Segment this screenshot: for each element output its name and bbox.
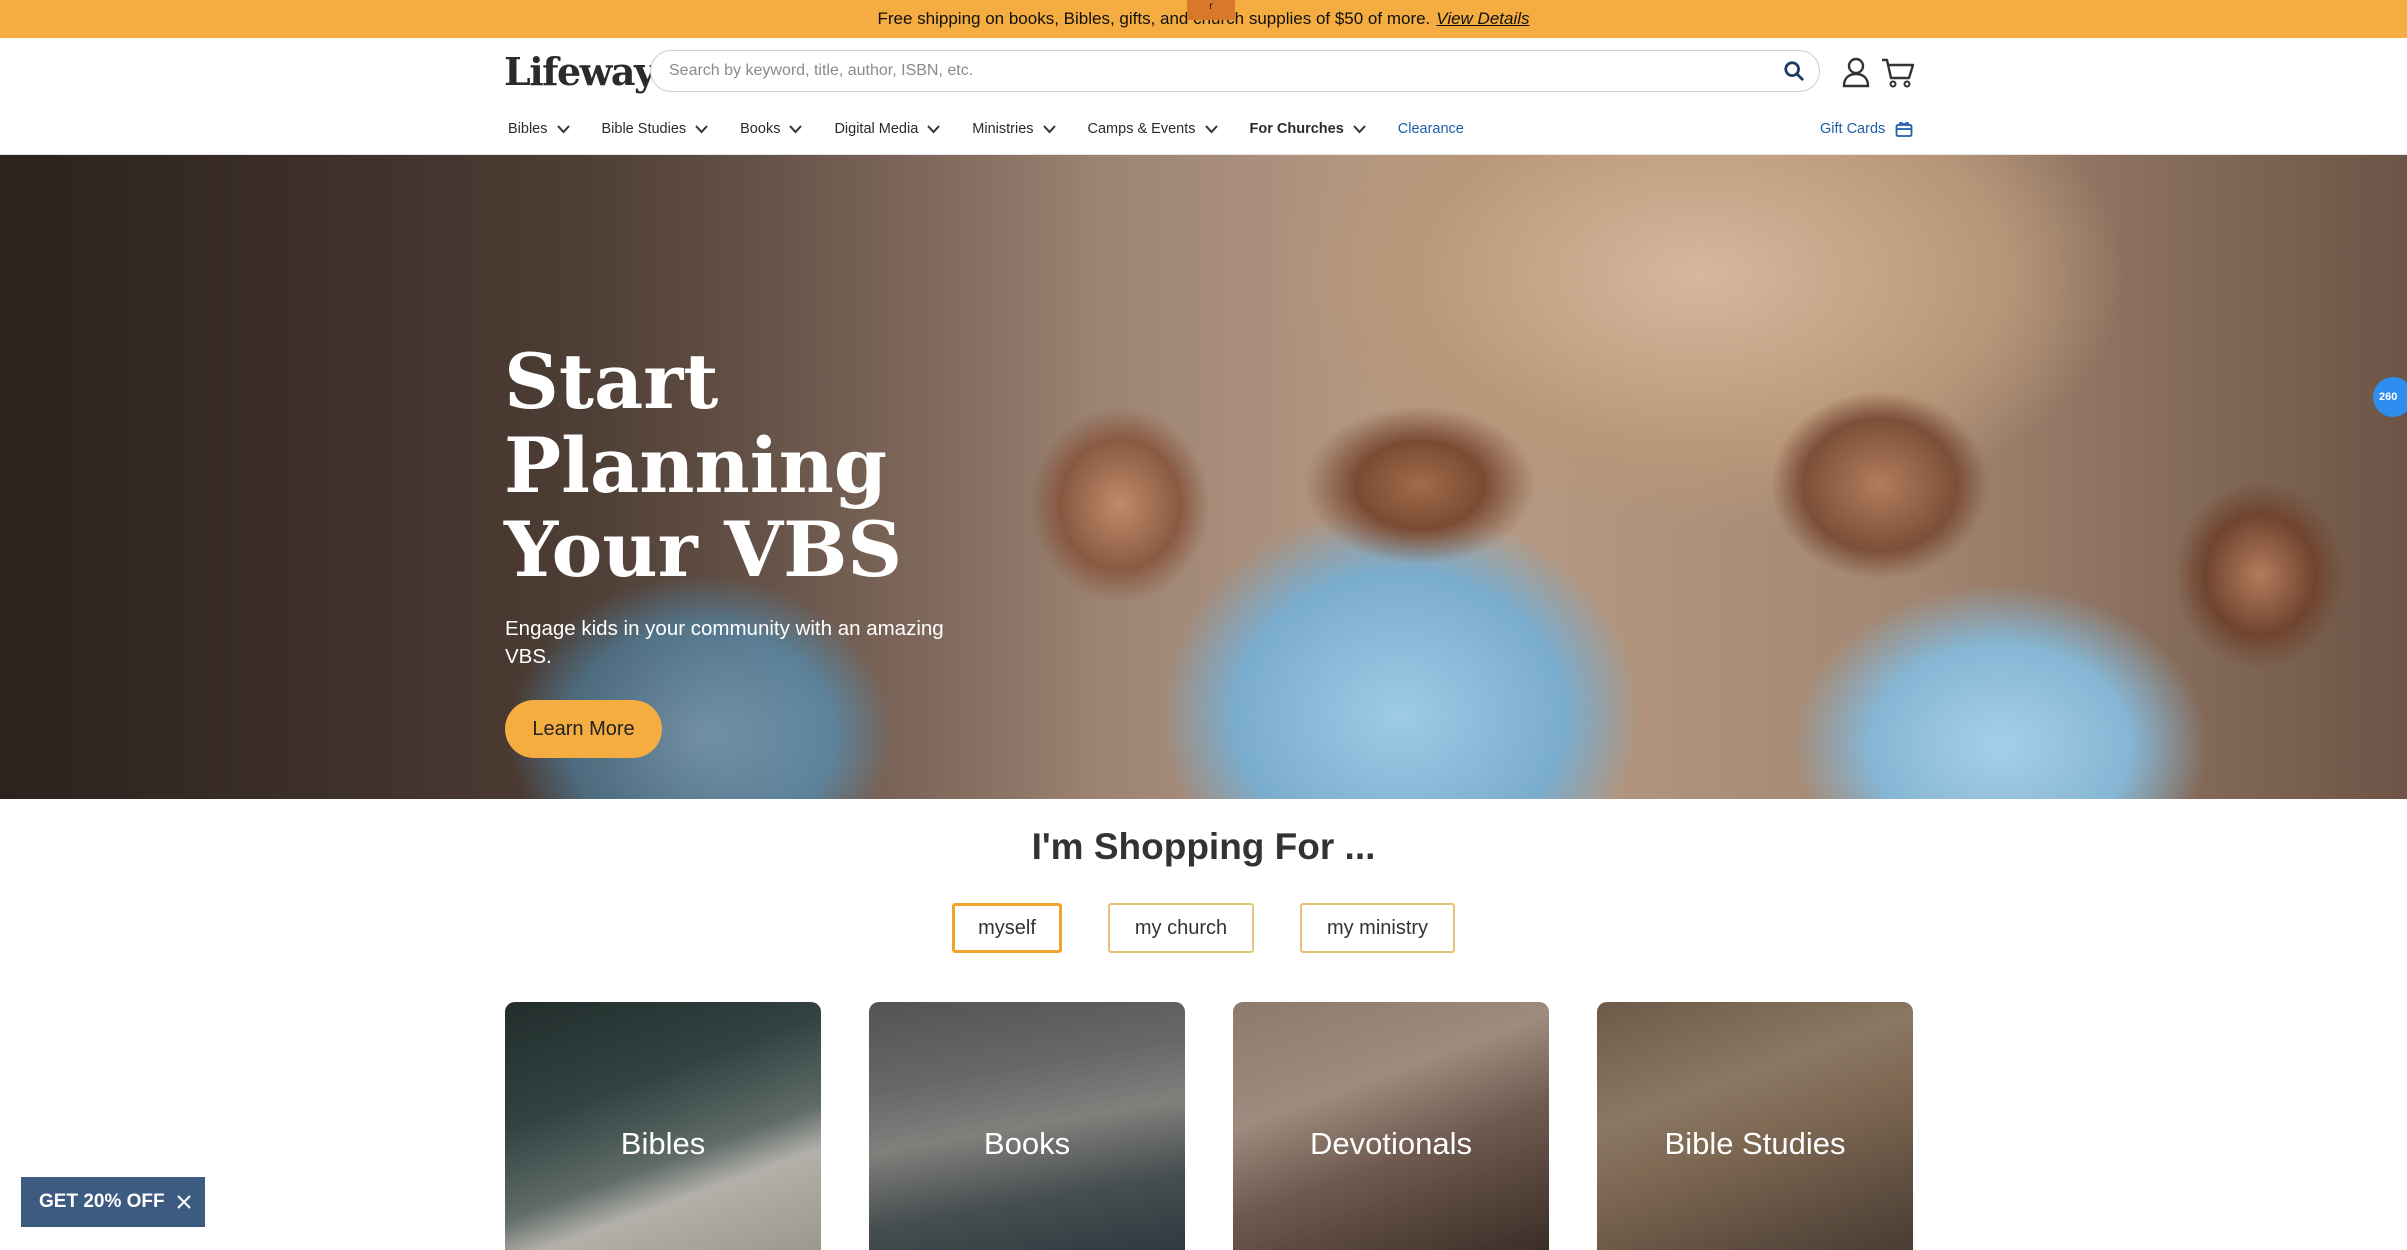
category-label: Bible Studies <box>1664 1126 1846 1161</box>
nav-label: Ministries <box>972 121 1034 137</box>
nav-item-bibles[interactable]: Bibles <box>508 121 570 137</box>
main-nav: Bibles Bible Studies Books Digital Media… <box>508 114 1496 144</box>
chevron-down-icon <box>927 124 941 133</box>
promo-text: Free shipping on books, Bibles, gifts, a… <box>877 9 1431 28</box>
nav-label: Camps & Events <box>1087 121 1196 137</box>
account-icon[interactable] <box>1841 56 1871 88</box>
nav-item-ministries[interactable]: Ministries <box>972 121 1056 137</box>
promo-tab[interactable]: r <box>1187 0 1235 20</box>
gift-cards-label: Gift Cards <box>1820 121 1886 137</box>
lifeway-logo[interactable]: Lifeway <box>504 49 656 94</box>
hero-title: Start Planning Your VBS <box>504 337 903 594</box>
chevron-down-icon <box>1353 124 1366 133</box>
site-header: Lifeway Bibles Bible Studies Books Digit… <box>0 38 2407 155</box>
gift-cards-link[interactable]: Gift Cards <box>1820 114 1913 144</box>
category-label: Books <box>983 1126 1071 1161</box>
search-bar <box>650 50 1820 92</box>
category-card-bibles[interactable]: Bibles <box>505 1002 821 1250</box>
close-icon[interactable] <box>175 1193 193 1211</box>
nav-item-bible-studies[interactable]: Bible Studies <box>602 121 709 137</box>
chevron-down-icon <box>1042 124 1056 133</box>
nav-label: Clearance <box>1397 121 1464 137</box>
floating-badge[interactable]: 260 <box>2373 377 2407 417</box>
category-label: Bibles <box>620 1126 706 1161</box>
nav-label: Bibles <box>508 121 548 137</box>
option-my-ministry[interactable]: my ministry <box>1300 903 1455 953</box>
hero-banner: Start Planning Your VBS Engage kids in y… <box>0 155 2407 799</box>
nav-item-clearance[interactable]: Clearance <box>1398 121 1464 137</box>
chevron-down-icon <box>556 124 570 133</box>
cart-icon[interactable] <box>1881 56 1915 88</box>
category-label: Devotionals <box>1310 1126 1472 1161</box>
shopping-options: myself my church my ministry <box>0 903 2407 953</box>
view-details-link[interactable]: View Details <box>1436 9 1529 29</box>
option-my-church[interactable]: my church <box>1108 903 1254 953</box>
shopping-for-title: I'm Shopping For ... <box>1031 826 1376 867</box>
nav-item-digital-media[interactable]: Digital Media <box>834 121 941 137</box>
chevron-down-icon <box>789 124 803 133</box>
nav-label: For Churches <box>1249 121 1344 137</box>
category-card-devotionals[interactable]: Devotionals <box>1233 1002 1549 1250</box>
category-card-bible-studies[interactable]: Bible Studies <box>1597 1002 1913 1250</box>
learn-more-button[interactable]: Learn More <box>505 700 662 758</box>
nav-item-for-churches[interactable]: For Churches <box>1250 121 1366 137</box>
chevron-down-icon <box>1204 124 1218 133</box>
offer-label: GET 20% OFF <box>39 1191 165 1212</box>
gift-icon <box>1895 121 1913 137</box>
search-input[interactable] <box>669 51 1759 90</box>
chevron-down-icon <box>695 124 708 133</box>
nav-item-books[interactable]: Books <box>740 121 803 137</box>
option-myself[interactable]: myself <box>952 903 1062 953</box>
search-icon[interactable] <box>1783 60 1805 82</box>
discount-offer-tab[interactable]: GET 20% OFF <box>21 1177 205 1227</box>
category-card-books[interactable]: Books <box>869 1002 1185 1250</box>
promo-bar: Free shipping on books, Bibles, gifts, a… <box>0 0 2407 38</box>
nav-item-camps-events[interactable]: Camps & Events <box>1088 121 1218 137</box>
nav-label: Books <box>740 121 781 137</box>
nav-label: Bible Studies <box>601 121 687 137</box>
hero-subtitle: Engage kids in your community with an am… <box>505 617 944 668</box>
nav-label: Digital Media <box>834 121 919 137</box>
